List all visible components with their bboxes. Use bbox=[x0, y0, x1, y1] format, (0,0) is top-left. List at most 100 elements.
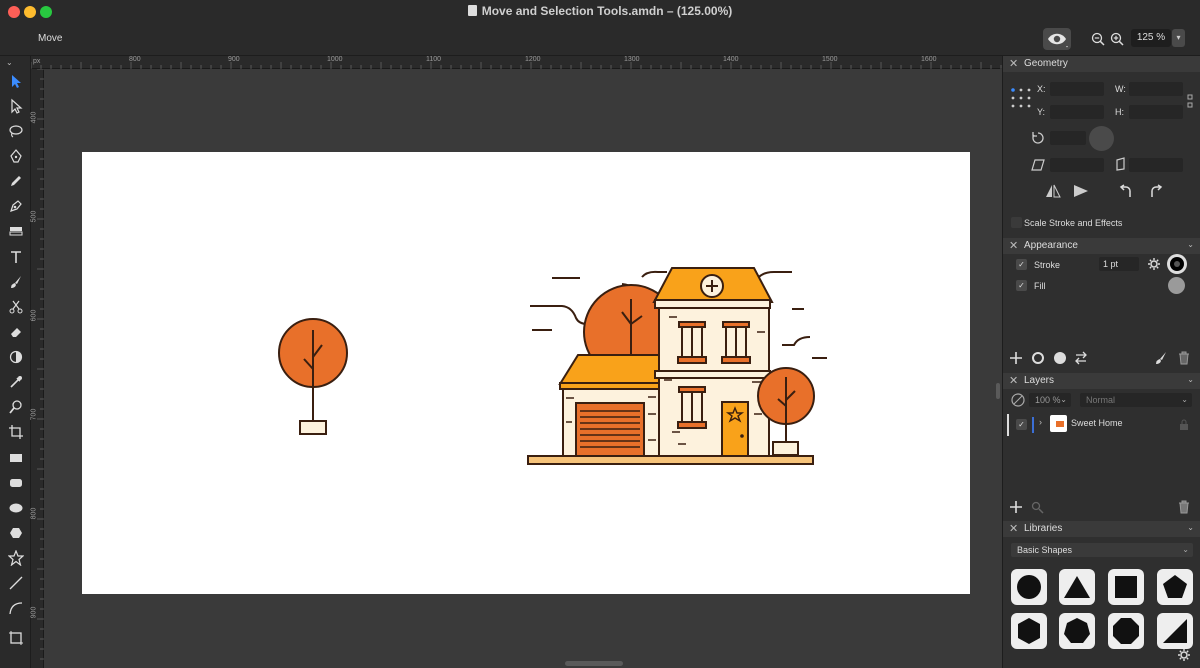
zoom-in-icon[interactable] bbox=[1109, 31, 1125, 47]
blend-mode-select[interactable]: Normal ⌄ bbox=[1080, 393, 1192, 407]
w-field[interactable] bbox=[1129, 82, 1183, 96]
scissors-tool-icon[interactable] bbox=[6, 297, 26, 317]
tree-left-illustration[interactable] bbox=[278, 318, 348, 435]
polygon-tool-icon[interactable] bbox=[6, 523, 26, 543]
add-layer-icon[interactable] bbox=[1009, 500, 1023, 514]
flip-vertical-icon[interactable] bbox=[1073, 184, 1089, 198]
add-stroke-icon[interactable] bbox=[1031, 351, 1045, 365]
chevron-down-icon: ⌄ bbox=[1182, 545, 1189, 554]
flip-horizontal-icon[interactable] bbox=[1045, 184, 1061, 198]
illustration-sweet-home[interactable] bbox=[82, 152, 970, 594]
shear-vertical-field[interactable] bbox=[1129, 158, 1183, 172]
library-settings-gear-icon[interactable] bbox=[1177, 648, 1191, 662]
rectangle-tool-icon[interactable] bbox=[6, 448, 26, 468]
swap-icon[interactable] bbox=[1074, 351, 1088, 365]
shear-icon bbox=[1031, 159, 1045, 171]
brush-icon[interactable] bbox=[1154, 351, 1168, 365]
view-mode-button[interactable] bbox=[1043, 28, 1071, 50]
ellipse-tool-icon[interactable] bbox=[6, 498, 26, 518]
chevron-down-icon[interactable]: ⌄ bbox=[1187, 523, 1194, 532]
heptagon-shape-tile[interactable] bbox=[1059, 613, 1095, 649]
shear-field[interactable] bbox=[1050, 158, 1104, 172]
fill-visible-checkbox[interactable]: ✓ bbox=[1016, 280, 1027, 291]
vertical-scrollbar[interactable] bbox=[996, 383, 1000, 399]
rotate-right-icon[interactable] bbox=[1149, 184, 1163, 198]
stroke-width-field[interactable]: 1 pt bbox=[1099, 257, 1139, 271]
add-fill-icon[interactable] bbox=[1053, 351, 1067, 365]
libraries-panel-header[interactable]: ✕ Libraries ⌄ bbox=[1003, 521, 1200, 537]
tools-collapse-chevron-icon[interactable]: ⌄ bbox=[6, 58, 13, 67]
text-tool-icon[interactable] bbox=[6, 247, 26, 267]
pentagon-shape-tile[interactable] bbox=[1157, 569, 1193, 605]
layer-opacity-field[interactable]: 100 % ⌄ bbox=[1029, 393, 1071, 407]
eraser-tool-icon[interactable] bbox=[6, 322, 26, 342]
curve-tool-icon[interactable] bbox=[6, 598, 26, 618]
close-panel-icon[interactable]: ✕ bbox=[1009, 374, 1018, 387]
pen-tool-icon[interactable] bbox=[6, 146, 26, 166]
rounded-rectangle-tool-icon[interactable] bbox=[6, 473, 26, 493]
paint-brush-tool-icon[interactable] bbox=[6, 272, 26, 292]
horizontal-ruler: px 800 900 1000 1100 1200 1300 1400 1500… bbox=[31, 56, 1002, 69]
transparency-tool-icon[interactable] bbox=[6, 347, 26, 367]
vector-brush-tool-icon[interactable] bbox=[6, 196, 26, 216]
node-tool-icon[interactable] bbox=[6, 96, 26, 116]
right-triangle-shape-tile[interactable] bbox=[1157, 613, 1193, 649]
chevron-down-icon[interactable]: ⌄ bbox=[1187, 240, 1194, 249]
crop-tool-icon[interactable] bbox=[6, 422, 26, 442]
fill-tool-icon[interactable] bbox=[6, 221, 26, 241]
close-panel-icon[interactable]: ✕ bbox=[1009, 239, 1018, 252]
artboard[interactable] bbox=[82, 152, 970, 594]
library-select[interactable]: Basic Shapes ⌄ bbox=[1011, 543, 1193, 557]
chevron-down-icon[interactable]: ⌄ bbox=[1187, 375, 1194, 384]
x-field[interactable] bbox=[1050, 82, 1104, 96]
hexagon-shape-tile[interactable] bbox=[1011, 613, 1047, 649]
h-field[interactable] bbox=[1129, 105, 1183, 119]
zoom-tool-icon[interactable] bbox=[6, 397, 26, 417]
delete-layer-icon[interactable] bbox=[1178, 500, 1190, 514]
gear-icon[interactable] bbox=[1147, 257, 1161, 271]
geometry-panel-header[interactable]: ✕ Geometry bbox=[1003, 56, 1200, 72]
add-icon[interactable] bbox=[1009, 351, 1023, 365]
rotate-left-icon[interactable] bbox=[1119, 184, 1133, 198]
fill-color-swatch[interactable] bbox=[1168, 277, 1185, 294]
move-tool-icon[interactable] bbox=[6, 71, 26, 91]
artboard-tool-icon[interactable] bbox=[6, 628, 26, 648]
line-tool-icon[interactable] bbox=[6, 573, 26, 593]
search-icon[interactable] bbox=[1031, 501, 1044, 514]
ruler-left-label: 800 bbox=[30, 507, 38, 520]
house-illustration[interactable] bbox=[527, 267, 827, 465]
chevron-down-icon: ▾ bbox=[1176, 33, 1181, 42]
lock-aspect-ratio-icon[interactable] bbox=[1186, 94, 1194, 108]
expand-layer-chevron-icon[interactable]: › bbox=[1039, 417, 1042, 427]
pencil-tool-icon[interactable] bbox=[6, 171, 26, 191]
stroke-visible-checkbox[interactable]: ✓ bbox=[1016, 259, 1027, 270]
y-field[interactable] bbox=[1050, 105, 1104, 119]
ruler-top-label: 1600 bbox=[921, 56, 937, 63]
octagon-shape-tile[interactable] bbox=[1108, 613, 1144, 649]
triangle-shape-tile[interactable] bbox=[1059, 569, 1095, 605]
zoom-level-field[interactable]: 125 % bbox=[1131, 29, 1171, 47]
lock-icon[interactable] bbox=[1179, 419, 1189, 430]
trash-icon[interactable] bbox=[1178, 351, 1190, 365]
eyedropper-tool-icon[interactable] bbox=[6, 372, 26, 392]
anchor-point-selector-icon[interactable] bbox=[1011, 88, 1031, 108]
scale-stroke-checkbox[interactable] bbox=[1011, 217, 1022, 228]
stroke-color-swatch[interactable] bbox=[1167, 254, 1187, 274]
zoom-dropdown-button[interactable]: ▾ bbox=[1172, 29, 1185, 47]
rotation-dial[interactable] bbox=[1089, 126, 1114, 151]
close-panel-icon[interactable]: ✕ bbox=[1009, 57, 1018, 70]
appearance-panel-header[interactable]: ✕ Appearance ⌄ bbox=[1003, 238, 1200, 254]
layer-row[interactable]: ✓ › Sweet Home bbox=[1003, 413, 1200, 437]
circle-shape-tile[interactable] bbox=[1011, 569, 1047, 605]
layers-panel-header[interactable]: ✕ Layers ⌄ bbox=[1003, 373, 1200, 389]
layer-color-tag bbox=[1032, 417, 1034, 433]
star-tool-icon[interactable] bbox=[6, 548, 26, 568]
rotation-field[interactable] bbox=[1050, 131, 1086, 145]
horizontal-scrollbar[interactable] bbox=[565, 661, 623, 666]
square-shape-tile[interactable] bbox=[1108, 569, 1144, 605]
lasso-tool-icon[interactable] bbox=[6, 121, 26, 141]
close-panel-icon[interactable]: ✕ bbox=[1009, 522, 1018, 535]
layer-visible-checkbox[interactable]: ✓ bbox=[1016, 419, 1027, 430]
ruler-top-label: 800 bbox=[129, 56, 141, 63]
zoom-out-icon[interactable] bbox=[1090, 31, 1106, 47]
